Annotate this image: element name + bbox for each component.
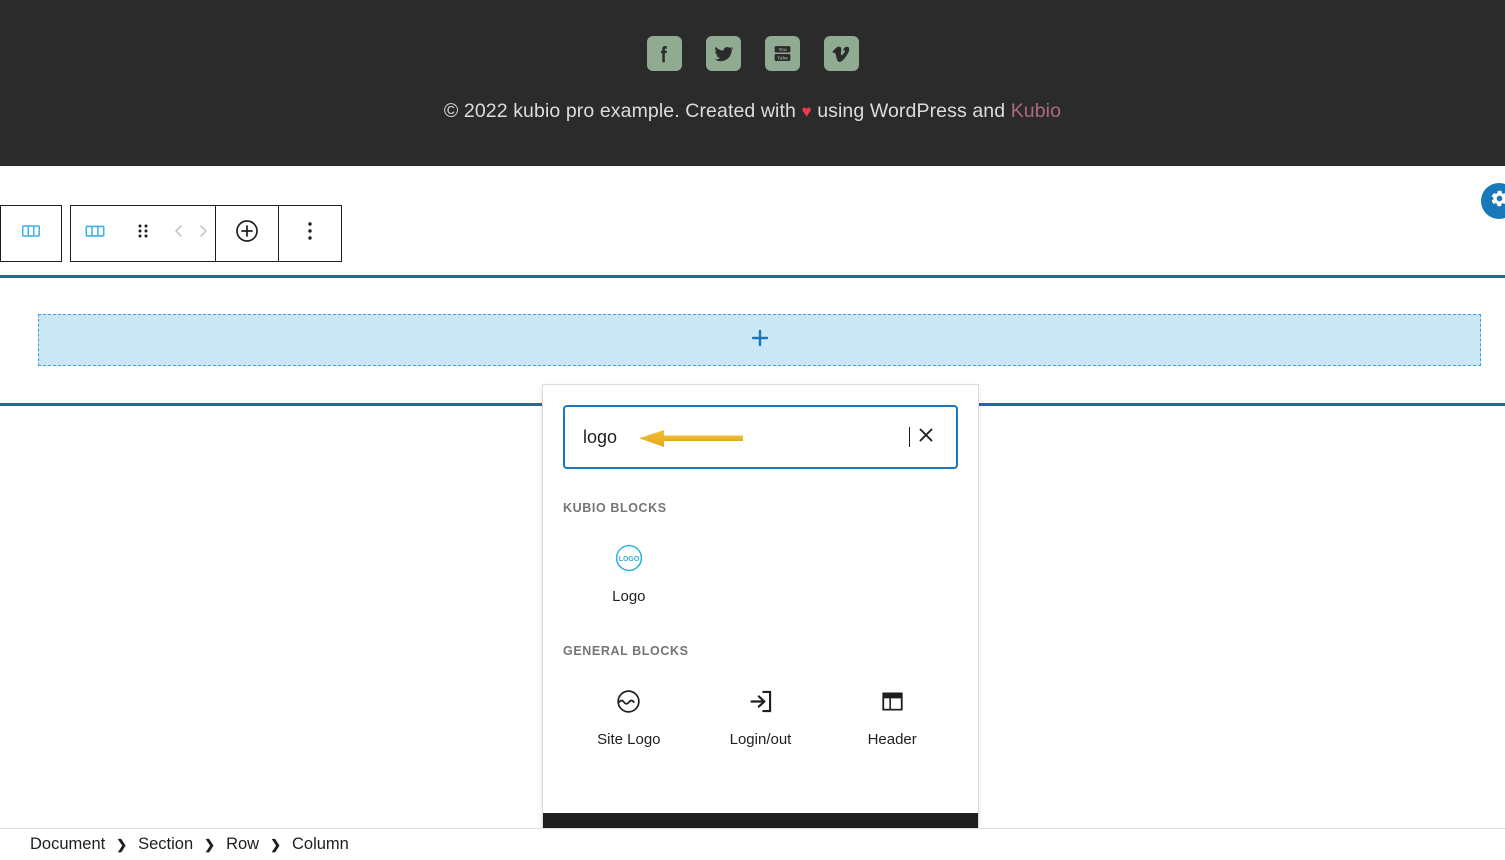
columns-icon <box>19 220 43 247</box>
move-block-left-button[interactable] <box>167 206 191 261</box>
block-inserter-popover: Kubio Blocks LOGO <box>542 384 979 860</box>
chevron-right-icon <box>196 221 210 246</box>
facebook-icon <box>653 43 675 65</box>
block-toolbar-main-group <box>70 205 342 262</box>
plus-circle-icon <box>234 218 260 249</box>
breadcrumb-separator: ❯ <box>204 837 215 853</box>
drag-handle[interactable] <box>119 206 167 261</box>
social-links-row: You Tube <box>0 36 1505 71</box>
breadcrumb-item-row[interactable]: Row <box>226 835 259 854</box>
breadcrumb-item-section[interactable]: Section <box>138 835 193 854</box>
block-toolbar <box>0 205 342 262</box>
block-item-label: Header <box>868 732 917 747</box>
block-appender[interactable] <box>38 314 1481 366</box>
breadcrumb-separator: ❯ <box>270 837 281 853</box>
kubio-logo-icon: LOGO <box>614 543 644 573</box>
editor-screen: You Tube © 2022 kubio pro example. Creat… <box>0 0 1505 860</box>
breadcrumb: Document ❯ Section ❯ Row ❯ Column <box>0 828 1505 860</box>
plus-icon <box>749 327 771 354</box>
credit-text-before: © 2022 kubio pro example. Created with <box>444 100 802 122</box>
social-link-vimeo[interactable] <box>824 36 859 71</box>
search-box[interactable] <box>563 405 958 469</box>
kubio-link[interactable]: Kubio <box>1011 100 1061 122</box>
clear-search-button[interactable] <box>910 421 942 453</box>
settings-button[interactable] <box>1481 183 1505 219</box>
breadcrumb-item-document[interactable]: Document <box>30 835 105 854</box>
site-footer-preview: You Tube © 2022 kubio pro example. Creat… <box>0 0 1505 166</box>
block-item-header[interactable]: Header <box>826 674 958 755</box>
more-options-button[interactable] <box>279 206 341 261</box>
select-parent-block-button[interactable] <box>0 205 62 262</box>
block-item-logo[interactable]: LOGO Logo <box>563 531 695 612</box>
inserter-search-region <box>543 385 978 469</box>
footer-credit-text: © 2022 kubio pro example. Created with ♥… <box>0 100 1505 123</box>
block-mover-group <box>167 206 215 261</box>
svg-text:You: You <box>778 47 786 52</box>
drag-dots-icon <box>136 221 150 246</box>
close-icon <box>917 426 935 449</box>
social-link-facebook[interactable] <box>647 36 682 71</box>
youtube-icon: You Tube <box>772 43 793 64</box>
group-title-general-blocks: General Blocks <box>563 644 958 658</box>
breadcrumb-separator: ❯ <box>116 837 127 853</box>
move-block-right-button[interactable] <box>191 206 215 261</box>
site-logo-icon <box>615 686 642 716</box>
block-item-login-out[interactable]: Login/out <box>695 674 827 755</box>
block-grid-general: Site Logo Login/out <box>563 674 958 755</box>
social-link-youtube[interactable]: You Tube <box>765 36 800 71</box>
svg-text:Tube: Tube <box>777 55 788 60</box>
add-block-button[interactable] <box>216 206 278 261</box>
block-item-site-logo[interactable]: Site Logo <box>563 674 695 755</box>
section-top-border <box>0 275 1505 278</box>
login-icon <box>747 686 774 716</box>
inserter-results: Kubio Blocks LOGO <box>543 469 978 813</box>
header-layout-icon <box>879 686 906 716</box>
chevron-left-icon <box>172 221 186 246</box>
columns-icon <box>82 220 108 247</box>
block-item-label: Login/out <box>730 732 792 747</box>
vimeo-icon <box>830 42 853 65</box>
svg-text:LOGO: LOGO <box>619 556 640 563</box>
gear-icon <box>1490 189 1505 213</box>
block-item-label: Logo <box>612 589 645 604</box>
block-type-switcher-button[interactable] <box>71 206 119 261</box>
block-item-label: Site Logo <box>597 732 660 747</box>
twitter-icon <box>712 42 735 65</box>
block-grid-kubio: LOGO Logo <box>563 531 958 612</box>
heart-icon: ♥ <box>801 102 811 121</box>
search-input[interactable] <box>583 427 910 448</box>
dots-vertical-icon <box>307 220 313 247</box>
group-title-kubio-blocks: Kubio Blocks <box>563 501 958 515</box>
breadcrumb-item-column[interactable]: Column <box>292 835 349 854</box>
credit-text-middle: using WordPress and <box>812 100 1011 122</box>
social-link-twitter[interactable] <box>706 36 741 71</box>
